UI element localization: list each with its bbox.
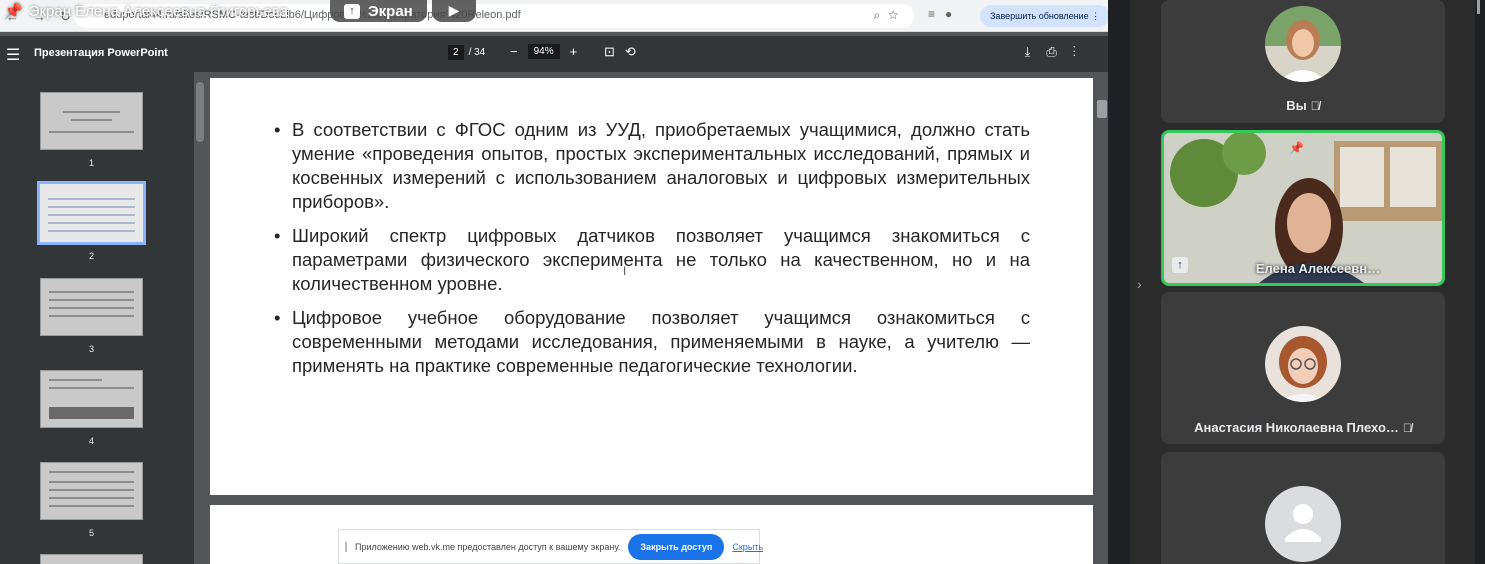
zoom-controls: − 94% +: [510, 44, 577, 59]
thumbnail-page[interactable]: [40, 554, 143, 564]
hide-link[interactable]: Скрыть: [732, 542, 763, 552]
download-print-more-icons[interactable]: ⤓⎙⋮: [1025, 44, 1092, 60]
thumbnail-page[interactable]: [40, 462, 143, 520]
pin-icon[interactable]: 📌: [4, 2, 23, 20]
zoom-out-icon[interactable]: −: [510, 44, 518, 59]
thumbnail-number: 2: [88, 251, 94, 261]
thumbnail-page[interactable]: [40, 278, 143, 336]
panel-gutter: [1108, 0, 1130, 564]
update-browser-button[interactable]: Завершить обновление ⋮: [980, 5, 1108, 27]
access-message: Приложению web.vk.me предоставлен доступ…: [355, 541, 621, 552]
thumbnail-number: 4: [88, 436, 94, 446]
page-indicator: 2 / 34: [448, 45, 485, 60]
menu-icon[interactable]: ☰: [6, 45, 20, 65]
thumbnail-number: 5: [88, 528, 94, 538]
page-input[interactable]: 2: [448, 45, 464, 60]
avatar: [1265, 326, 1341, 402]
bullet-item: Широкий спектр цифровых датчиков позволя…: [274, 224, 1030, 296]
zoom-star-icons[interactable]: ⌕☆: [873, 8, 906, 23]
bullet-item: Цифровое учебное оборудование позволяет …: [274, 306, 1030, 378]
thumbnail-page[interactable]: [40, 370, 143, 428]
profile-icon[interactable]: ≡●: [928, 7, 962, 21]
sharer-name: 📌 Экран Елена Алексеевна Григорьева: [4, 2, 288, 21]
panel-scrollbar[interactable]: [1475, 0, 1485, 564]
document-scrollbar[interactable]: [1097, 100, 1107, 118]
pdf-page: В соответствии с ФГОС одним из УУД, прио…: [210, 78, 1093, 495]
mic-off-icon: 🎙̸: [1310, 99, 1320, 113]
shared-screen: ←→↻ eduportal44.ru/sites/RSMC-test/DocLi…: [0, 0, 1108, 564]
thumbnail-sidebar: 1 2 3 4 5: [0, 72, 194, 564]
pdf-title: Презентация PowerPoint: [34, 47, 168, 59]
participant-name: Анастасия Николаевна Плехо… 🎙̸: [1194, 420, 1412, 435]
share-screen-icon: ↑: [344, 3, 360, 19]
participant-name: Елена Алексеевн…: [1255, 261, 1381, 276]
page-total: / 34: [468, 47, 486, 58]
sidebar-scrollbar[interactable]: [196, 82, 204, 142]
zoom-in-icon[interactable]: +: [570, 44, 578, 59]
screen-access-notification: Приложению web.vk.me предоставлен доступ…: [338, 529, 763, 564]
thumbnail-number: 1: [88, 158, 94, 168]
stop-sharing-button[interactable]: Закрыть доступ: [628, 533, 725, 560]
zoom-input[interactable]: 94%: [527, 44, 560, 59]
pin-icon[interactable]: 📌: [1289, 141, 1304, 155]
avatar: [1265, 6, 1341, 82]
participant-tile-self[interactable]: Вы 🎙̸: [1161, 0, 1445, 123]
thumbnail-number: 3: [88, 344, 94, 354]
drag-handle-icon[interactable]: [345, 541, 347, 552]
default-avatar-icon: [1265, 486, 1341, 562]
camera-icon[interactable]: ▶: [432, 0, 476, 22]
share-screen-icon: ↑: [1172, 257, 1188, 273]
pdf-toolbar: ☰ Презентация PowerPoint 2 / 34 − 94% + …: [0, 36, 1108, 72]
mic-off-icon: 🎙̸: [1402, 421, 1412, 435]
thumbnail-page-active[interactable]: [37, 181, 146, 245]
thumbnail-page[interactable]: [40, 92, 143, 150]
screen-share-pill[interactable]: ↑ Экран: [330, 0, 427, 22]
text-cursor-icon: I: [623, 264, 627, 278]
chevron-right-icon[interactable]: ›: [1137, 276, 1142, 292]
bullet-list: В соответствии с ФГОС одним из УУД, прио…: [274, 118, 1030, 388]
participant-name: Вы 🎙̸: [1286, 98, 1320, 113]
participant-tile-speaking[interactable]: 📌 ↑ Елена Алексеевн…: [1161, 130, 1445, 286]
bullet-item: В соответствии с ФГОС одним из УУД, прио…: [274, 118, 1030, 214]
participant-tile[interactable]: Анастасия Николаевна Плехо… 🎙̸: [1161, 292, 1445, 444]
fit-rotate-icons[interactable]: ⊡⟲: [604, 44, 646, 60]
participant-tile[interactable]: [1161, 452, 1445, 564]
